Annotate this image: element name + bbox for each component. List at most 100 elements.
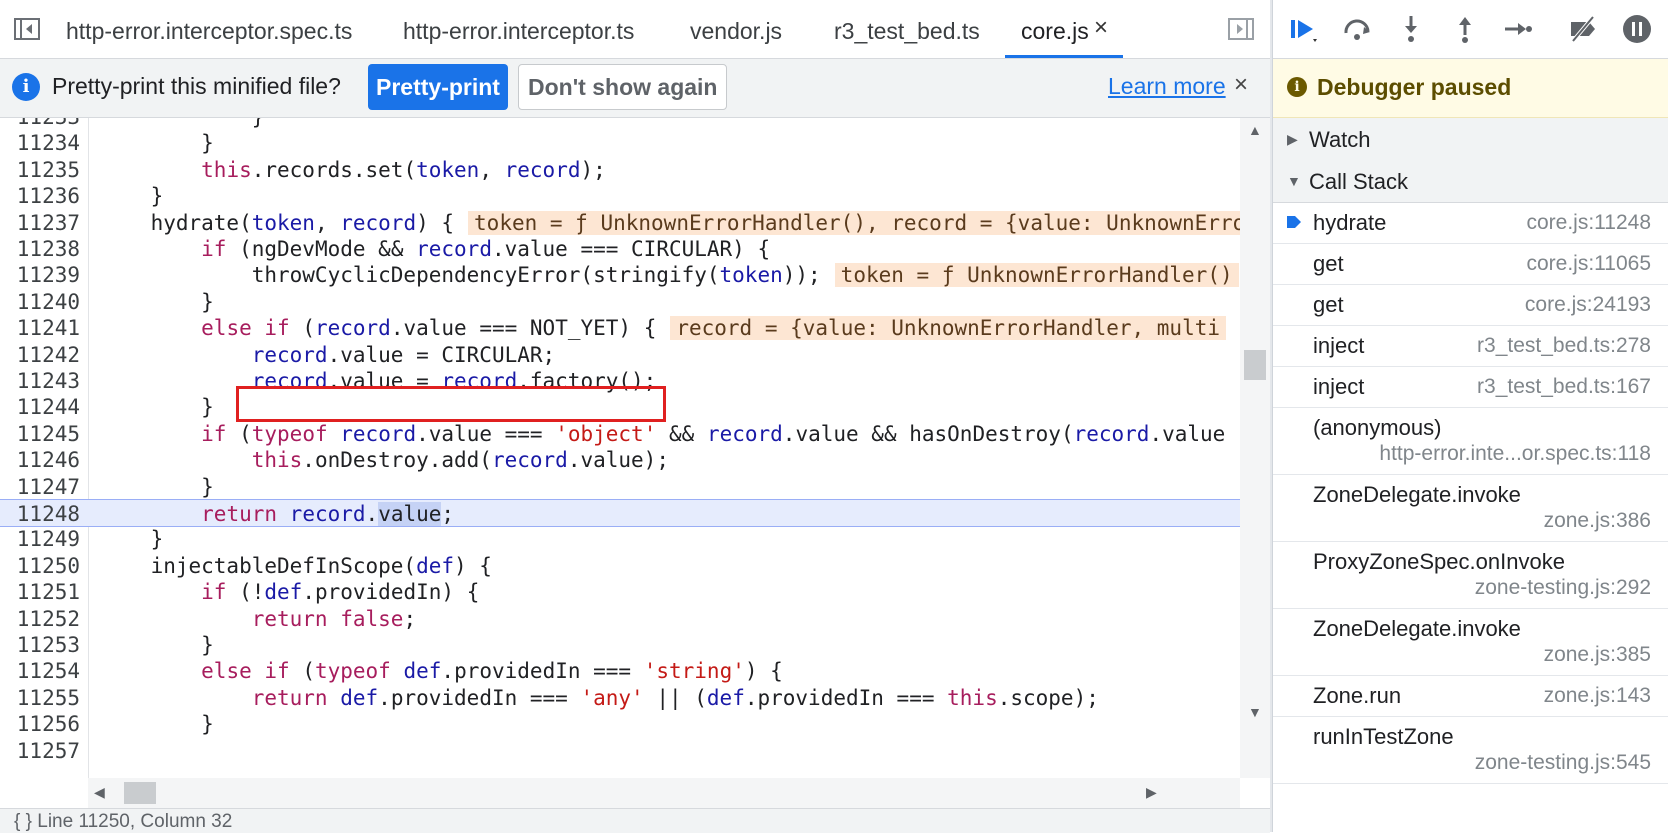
learn-more-link[interactable]: Learn more <box>1108 73 1226 100</box>
infobar-close-icon[interactable]: × <box>1234 71 1248 99</box>
tab-1[interactable]: http-error.interceptor.ts <box>403 0 634 58</box>
line-number[interactable]: 11254 <box>0 657 80 685</box>
call-frame[interactable]: get core.js:11065 <box>1273 244 1668 285</box>
tab-close-icon[interactable]: × <box>1094 14 1108 42</box>
line-number[interactable]: 11234 <box>0 129 80 157</box>
tab-0[interactable]: http-error.interceptor.spec.ts <box>66 0 352 58</box>
line-number[interactable]: 11239 <box>0 261 80 289</box>
line-number[interactable]: 11238 <box>0 235 80 263</box>
call-frame[interactable]: ZoneDelegate.invoke zone.js:386 <box>1273 475 1668 542</box>
horizontal-scroll-thumb[interactable] <box>124 782 156 804</box>
dont-show-again-button[interactable]: Don't show again <box>518 64 728 110</box>
step-into-icon[interactable] <box>1395 13 1427 45</box>
code-line[interactable]: 11250 injectableDefInScope(def) { <box>0 552 1240 580</box>
code-line[interactable]: 11254 else if (typeof def.providedIn ===… <box>0 657 1240 685</box>
line-number[interactable]: 11236 <box>0 182 80 210</box>
code-line[interactable]: 11245 if (typeof record.value === 'objec… <box>0 420 1240 448</box>
line-number[interactable]: 11257 <box>0 737 80 765</box>
code-line[interactable]: 11240 } <box>0 288 1240 316</box>
code-line[interactable]: 11241 else if (record.value === NOT_YET)… <box>0 314 1240 342</box>
resume-icon[interactable] <box>1287 13 1319 45</box>
code-line[interactable]: 11242 record.value = CIRCULAR; <box>0 341 1240 369</box>
horizontal-scrollbar[interactable]: ◀ ▶ <box>88 778 1240 808</box>
code-line[interactable]: 11238 if (ngDevMode && record.value === … <box>0 235 1240 263</box>
scroll-left-icon[interactable]: ◀ <box>94 784 105 801</box>
call-frame-location[interactable]: core.js:11248 <box>1526 211 1651 235</box>
pretty-print-button[interactable]: Pretty-print <box>368 64 508 110</box>
call-frame-location[interactable]: r3_test_bed.ts:167 <box>1477 375 1651 399</box>
call-stack-section-header[interactable]: ▼ Call Stack <box>1273 160 1668 203</box>
line-number[interactable]: 11241 <box>0 314 80 342</box>
call-frame[interactable]: get core.js:24193 <box>1273 285 1668 326</box>
code-line[interactable]: 11236 } <box>0 182 1240 210</box>
code-line[interactable]: 11235 this.records.set(token, record); <box>0 156 1240 184</box>
call-frame-location[interactable]: core.js:11065 <box>1526 252 1651 276</box>
code-line[interactable]: 11251 if (!def.providedIn) { <box>0 578 1240 606</box>
line-number[interactable]: 11243 <box>0 367 80 395</box>
pause-on-exceptions-icon[interactable] <box>1621 13 1653 45</box>
info-icon: i <box>1287 77 1307 97</box>
line-number[interactable]: 11248 <box>0 500 80 528</box>
call-frame[interactable]: inject r3_test_bed.ts:167 <box>1273 367 1668 408</box>
toggle-debugger-sidebar-icon[interactable] <box>1226 14 1256 44</box>
watch-section-header[interactable]: ▶ Watch <box>1273 118 1668 161</box>
call-stack-list: hydrate core.js:11248 get core.js:11065 get c… <box>1273 203 1668 784</box>
vertical-scrollbar[interactable]: ▲ ▼ <box>1240 118 1270 778</box>
call-frame-location[interactable]: zone.js:143 <box>1544 684 1651 708</box>
code-line[interactable]: 11234 } <box>0 129 1240 157</box>
scroll-down-icon[interactable]: ▼ <box>1248 704 1262 720</box>
line-number[interactable]: 11249 <box>0 525 80 553</box>
line-number[interactable]: 11245 <box>0 420 80 448</box>
code-line[interactable]: 11248 return record.value; <box>0 499 1240 527</box>
code-line[interactable]: 11237 hydrate(token, record) {token = ƒ … <box>0 209 1240 237</box>
step-icon[interactable] <box>1501 13 1533 45</box>
code-line[interactable]: 11256 } <box>0 710 1240 738</box>
step-out-icon[interactable] <box>1449 13 1481 45</box>
code-editor[interactable]: 11233 }11234 }11235 this.records.set(tok… <box>0 118 1240 778</box>
call-frame[interactable]: hydrate core.js:11248 <box>1273 203 1668 244</box>
line-number[interactable]: 11256 <box>0 710 80 738</box>
step-over-icon[interactable] <box>1341 13 1373 45</box>
line-number[interactable]: 11240 <box>0 288 80 316</box>
call-frame[interactable]: ProxyZoneSpec.onInvoke zone-testing.js:29… <box>1273 542 1668 609</box>
tab-2[interactable]: vendor.js <box>690 0 782 58</box>
line-number[interactable]: 11255 <box>0 684 80 712</box>
code-line[interactable]: 11257 <box>0 737 1240 765</box>
call-frame-location[interactable]: zone.js:386 <box>1544 509 1651 533</box>
code-line[interactable]: 11246 this.onDestroy.add(record.value); <box>0 446 1240 474</box>
line-number[interactable]: 11250 <box>0 552 80 580</box>
call-frame[interactable]: ZoneDelegate.invoke zone.js:385 <box>1273 609 1668 676</box>
call-frame-location[interactable]: core.js:24193 <box>1525 293 1651 317</box>
line-number[interactable]: 11235 <box>0 156 80 184</box>
line-number[interactable]: 11253 <box>0 631 80 659</box>
line-number[interactable]: 11247 <box>0 473 80 501</box>
code-line[interactable]: 11253 } <box>0 631 1240 659</box>
tab-3[interactable]: r3_test_bed.ts <box>834 0 980 58</box>
vertical-scroll-thumb[interactable] <box>1244 350 1266 380</box>
scroll-right-icon[interactable]: ▶ <box>1146 784 1157 801</box>
line-number[interactable]: 11246 <box>0 446 80 474</box>
call-frame[interactable]: (anonymous) http-error.inte...or.spec.ts:… <box>1273 408 1668 475</box>
call-frame-location[interactable]: r3_test_bed.ts:278 <box>1477 334 1651 358</box>
code-line[interactable]: 11249 } <box>0 525 1240 553</box>
deactivate-breakpoints-icon[interactable] <box>1567 13 1599 45</box>
toggle-navigator-icon[interactable] <box>12 14 42 44</box>
call-frame[interactable]: Zone.run zone.js:143 <box>1273 676 1668 717</box>
line-number[interactable]: 11244 <box>0 393 80 421</box>
line-number[interactable]: 11237 <box>0 209 80 237</box>
code-line[interactable]: 11239 throwCyclicDependencyError(stringi… <box>0 261 1240 289</box>
code-line[interactable]: 11255 return def.providedIn === 'any' ||… <box>0 684 1240 712</box>
call-frame[interactable]: runInTestZone zone-testing.js:545 <box>1273 717 1668 784</box>
call-frame-location[interactable]: zone-testing.js:292 <box>1475 576 1651 600</box>
line-number[interactable]: 11242 <box>0 341 80 369</box>
code-line[interactable]: 11247 } <box>0 473 1240 501</box>
line-number[interactable]: 11252 <box>0 605 80 633</box>
code-line[interactable]: 11252 return false; <box>0 605 1240 633</box>
tab-4[interactable]: core.js <box>1005 0 1123 58</box>
call-frame[interactable]: inject r3_test_bed.ts:278 <box>1273 326 1668 367</box>
call-frame-location[interactable]: http-error.inte...or.spec.ts:118 <box>1379 442 1651 466</box>
line-number[interactable]: 11251 <box>0 578 80 606</box>
call-frame-location[interactable]: zone-testing.js:545 <box>1475 751 1651 775</box>
scroll-up-icon[interactable]: ▲ <box>1248 122 1262 138</box>
call-frame-location[interactable]: zone.js:385 <box>1544 643 1651 667</box>
